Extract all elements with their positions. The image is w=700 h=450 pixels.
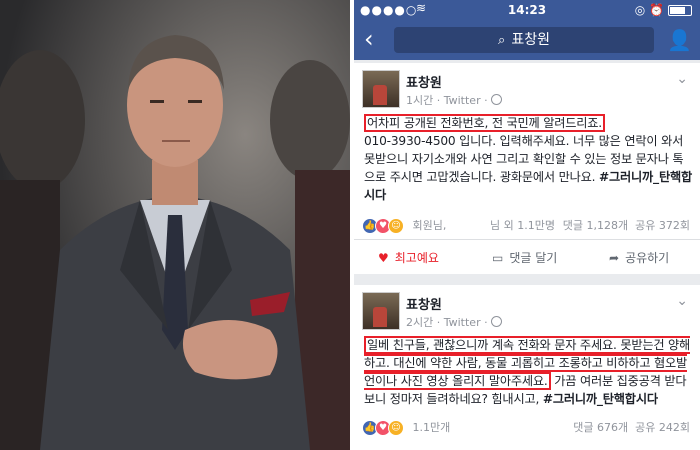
status-bar: ●●●●○ ≋ 14:23 ◎ ⏰ [354, 0, 700, 20]
friend-requests-icon[interactable]: 👤 [667, 28, 692, 52]
comment-share-counts: 댓글 1,128개 공유 372회 [562, 219, 690, 232]
top-nav-bar: ‹ ⌕ 표창원 👤 [354, 20, 700, 60]
feed-post: 표창원 2시간 · Twitter · ⌄ 일베 친구들, 괜찮으니까 계속 전… [354, 285, 700, 450]
battery-icon [668, 5, 692, 16]
reaction-count: 1.1만개 [412, 421, 451, 434]
man-in-suit-photo [0, 0, 350, 450]
highlighted-text: 어차피 공개된 전화번호, 전 국민께 알려드리죠. [364, 114, 605, 132]
post-body: 일베 친구들, 괜찮으니까 계속 전화와 문자 주세요. 못받는건 양해하고. … [364, 336, 692, 408]
reaction-count: 님 외 1.1만명 [490, 219, 555, 232]
heart-icon: ♥ [378, 251, 389, 265]
like-button[interactable]: ♥ 최고예요 [378, 249, 439, 266]
post-actions: ♥ 최고예요 ▭ 댓글 달기 ➦ 공유하기 [354, 239, 700, 274]
search-query: 표창원 [511, 32, 550, 48]
post-body: 어차피 공개된 전화번호, 전 국민께 알려드리죠. 010-3930-4500… [364, 114, 692, 204]
comment-icon: ▭ [492, 251, 504, 265]
status-right-icons: ◎ ⏰ [635, 3, 692, 17]
hashtag-link[interactable]: #그러니까_탄핵합시다 [543, 392, 658, 406]
feed-post: 표창원 1시간 · Twitter · ⌄ 어차피 공개된 전화번호, 전 국민… [354, 63, 700, 274]
politician-photo [0, 0, 350, 450]
haha-reaction-icon: ☺ [388, 218, 404, 234]
globe-icon [490, 316, 502, 327]
comment-button[interactable]: ▭ 댓글 달기 [492, 249, 557, 266]
chevron-down-icon[interactable]: ⌄ [676, 71, 688, 87]
search-field[interactable]: ⌕ 표창원 [394, 27, 654, 53]
post-author[interactable]: 표창원 [406, 72, 442, 91]
share-arrow-icon: ➦ [609, 251, 620, 265]
reaction-names: 회원님, [412, 219, 447, 232]
avatar[interactable] [362, 70, 400, 108]
search-icon: ⌕ [498, 33, 506, 48]
haha-reaction-icon: ☺ [388, 420, 404, 436]
post-meta: 2시간 · Twitter · [406, 314, 502, 330]
chevron-down-icon[interactable]: ⌄ [676, 293, 688, 309]
post-author[interactable]: 표창원 [406, 294, 442, 313]
post-meta: 1시간 · Twitter · [406, 92, 502, 108]
comment-share-counts: 댓글 676개 공유 242회 [573, 421, 690, 434]
reaction-bar[interactable]: 👍 ♥ ☺ 회원님, 님 외 1.1만명 댓글 1,128개 공유 372회 [362, 217, 690, 235]
share-button[interactable]: ➦ 공유하기 [609, 249, 669, 266]
chevron-left-icon[interactable]: ‹ [364, 26, 374, 52]
reaction-bar[interactable]: 👍 ♥ ☺ 1.1만개 댓글 676개 공유 242회 [362, 419, 690, 437]
globe-icon [490, 94, 502, 105]
facebook-app-screen: ●●●●○ ≋ 14:23 ◎ ⏰ ‹ ⌕ 표창원 👤 표창원 1시간 · Twi… [354, 0, 700, 450]
avatar[interactable] [362, 292, 400, 330]
